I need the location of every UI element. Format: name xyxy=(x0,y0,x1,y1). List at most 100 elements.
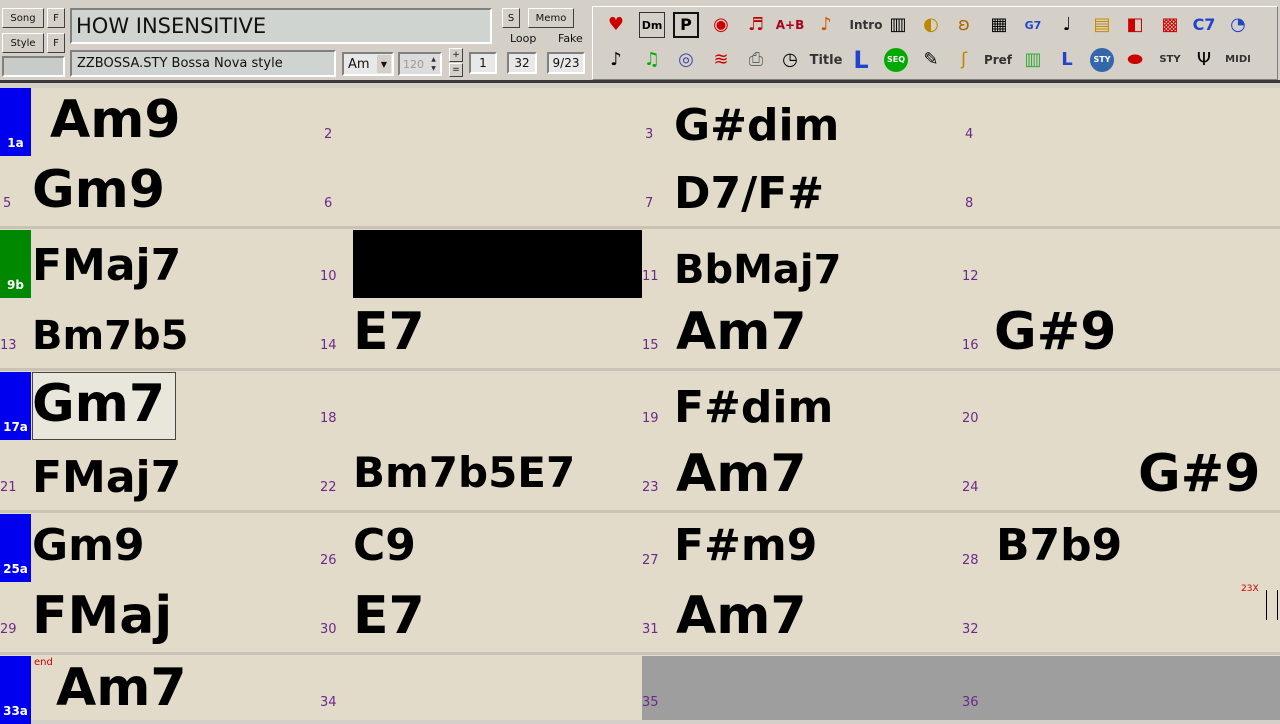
chord-symbol[interactable]: D7/F# xyxy=(674,172,824,216)
clock-icon[interactable]: ◷ xyxy=(775,45,805,75)
wave-icon[interactable]: ≋ xyxy=(706,45,736,75)
chord-symbol[interactable]: G#dim xyxy=(674,104,839,148)
sheet-icon[interactable]: ♩ xyxy=(1052,10,1082,40)
chord-symbol[interactable]: Am9 xyxy=(50,94,181,146)
drum-icon[interactable]: ◎ xyxy=(671,45,701,75)
midi-button[interactable]: MIDI xyxy=(1223,45,1253,75)
tempo-minus-button[interactable]: = xyxy=(449,63,463,77)
seq-button[interactable]: SEQ xyxy=(884,48,908,72)
header-panel: Song F Style F HOW INSENSITIVE ZZBOSSA.S… xyxy=(0,0,1280,88)
bar-number: 7 xyxy=(645,196,654,211)
bar-number: 26 xyxy=(320,553,337,568)
row-divider xyxy=(0,652,1280,655)
selection-block xyxy=(353,230,642,298)
chord-symbol[interactable]: Gm7 xyxy=(32,378,165,430)
sty-button[interactable]: STY xyxy=(1155,45,1185,75)
chord-symbol[interactable]: Am7 xyxy=(676,590,807,642)
part-marker-a[interactable]: 1a xyxy=(0,88,31,156)
chord-symbol[interactable]: Bm7b5 xyxy=(32,316,188,356)
style-button[interactable]: Style xyxy=(2,33,44,53)
memo-button[interactable]: Memo xyxy=(528,8,574,28)
sax-icon[interactable]: ʃ xyxy=(949,45,979,75)
bar-number: 21 xyxy=(0,480,17,495)
chevron-down-icon[interactable]: ▼ xyxy=(377,55,391,73)
song-favorites-button[interactable]: F xyxy=(47,8,65,28)
end-bar-field[interactable]: 32 xyxy=(507,52,537,74)
bar-number: 34 xyxy=(320,695,337,710)
resize-handle[interactable] xyxy=(1266,590,1278,620)
dm-icon[interactable]: dm-iconDm xyxy=(639,12,665,38)
chord-symbol[interactable]: Gm9 xyxy=(32,524,145,568)
ear-icon[interactable]: ʚ xyxy=(949,10,979,40)
tuning-fork-icon[interactable]: Ψ xyxy=(1189,45,1219,75)
guitar-icon[interactable]: ♪ xyxy=(811,10,841,40)
chord-symbol[interactable]: BbMaj7 xyxy=(674,250,841,290)
c7-button[interactable]: C7 xyxy=(1189,10,1219,40)
chord-symbol[interactable]: F#dim xyxy=(674,386,833,430)
part-marker-a[interactable]: 33a xyxy=(0,656,31,724)
grand-piano-icon[interactable]: ♬ xyxy=(741,10,771,40)
part-marker-a[interactable]: 25a xyxy=(0,514,31,582)
grid-icon[interactable]: ▩ xyxy=(1155,10,1185,40)
p-icon[interactable]: P xyxy=(673,12,699,38)
intro-button[interactable]: Intro xyxy=(846,10,886,40)
bar-number: 2 xyxy=(324,127,333,142)
chord-symbol[interactable]: E7 xyxy=(353,590,425,642)
sty-disc-button[interactable]: STY xyxy=(1090,48,1114,72)
tempo-plus-button[interactable]: + xyxy=(449,48,463,62)
key-select[interactable]: Am ▼ xyxy=(342,52,394,76)
chord-symbol[interactable]: G#9 xyxy=(1138,448,1260,500)
pill-icon[interactable]: ⬬ xyxy=(1120,45,1150,75)
start-bar-field[interactable]: 1 xyxy=(469,52,497,74)
gauge-icon[interactable]: ◔ xyxy=(1223,10,1253,40)
part-marker-a[interactable]: 17a xyxy=(0,372,31,440)
horn-icon[interactable]: ◐ xyxy=(916,10,946,40)
tempo-stepper-icon[interactable]: ▲ ▼ xyxy=(428,55,439,73)
bar-number: 5 xyxy=(3,196,12,211)
bar-number: 8 xyxy=(965,196,974,211)
printer-icon[interactable]: ⎙ xyxy=(741,45,771,75)
chord-symbol[interactable]: FMaj xyxy=(32,590,172,642)
chord-symbol[interactable]: Am7 xyxy=(676,306,807,358)
chord-symbol[interactable]: FMaj7 xyxy=(32,244,181,288)
chord-symbol[interactable]: Gm9 xyxy=(32,164,165,216)
chord-symbol[interactable]: Am7 xyxy=(676,448,807,500)
green-note-icon[interactable]: ♫ xyxy=(637,45,667,75)
title-button[interactable]: Title xyxy=(808,45,844,75)
loop-label[interactable]: Loop xyxy=(510,32,536,45)
bar-position-field[interactable]: 9/23 xyxy=(547,52,585,74)
style-favorites-button[interactable]: F xyxy=(47,33,65,53)
fake-label[interactable]: Fake xyxy=(558,32,583,45)
song-title-field[interactable]: HOW INSENSITIVE xyxy=(70,8,492,44)
mixer-icon[interactable]: ▥ xyxy=(1018,45,1048,75)
tempo-field[interactable]: 120 ▲ ▼ xyxy=(398,52,442,76)
g7-button[interactable]: G7 xyxy=(1018,10,1048,40)
s-button[interactable]: S xyxy=(502,8,520,28)
lead-sheet-button[interactable]: L xyxy=(1052,45,1082,75)
notepad-icon[interactable]: ▤ xyxy=(1087,10,1117,40)
chord-symbol[interactable]: C9 xyxy=(353,524,416,568)
chord-symbol[interactable]: E7 xyxy=(353,306,425,358)
bar-number: 29 xyxy=(0,622,17,637)
bar-number: 23 xyxy=(642,480,659,495)
keyboard-icon[interactable]: ▥ xyxy=(883,10,913,40)
chord-symbol[interactable]: Am7 xyxy=(56,662,187,714)
pref-button[interactable]: Pref xyxy=(982,45,1014,75)
bar-number: 22 xyxy=(320,480,337,495)
guitarist-icon[interactable]: ✎ xyxy=(916,45,946,75)
chord-symbol[interactable]: B7b9 xyxy=(996,524,1122,568)
l-button[interactable]: L xyxy=(846,45,876,75)
heart-icon[interactable]: ♥ xyxy=(601,10,631,40)
a-plus-b-button[interactable]: A+B xyxy=(775,10,805,40)
chord-symbol[interactable]: Bm7b5E7 xyxy=(353,452,575,494)
radio-icon[interactable]: ◉ xyxy=(706,10,736,40)
part-marker-b[interactable]: 9b xyxy=(0,230,31,298)
record-icon[interactable]: ◧ xyxy=(1120,10,1150,40)
chord-symbol[interactable]: FMaj7 xyxy=(32,456,181,500)
song-button[interactable]: Song xyxy=(2,8,44,28)
chord-symbol[interactable]: G#9 xyxy=(994,306,1116,358)
style-name-field[interactable]: ZZBOSSA.STY Bossa Nova style xyxy=(70,50,336,77)
waveform-icon[interactable]: ▦ xyxy=(984,10,1014,40)
chord-symbol[interactable]: F#m9 xyxy=(674,524,817,568)
note-icon[interactable]: ♪ xyxy=(601,45,631,75)
